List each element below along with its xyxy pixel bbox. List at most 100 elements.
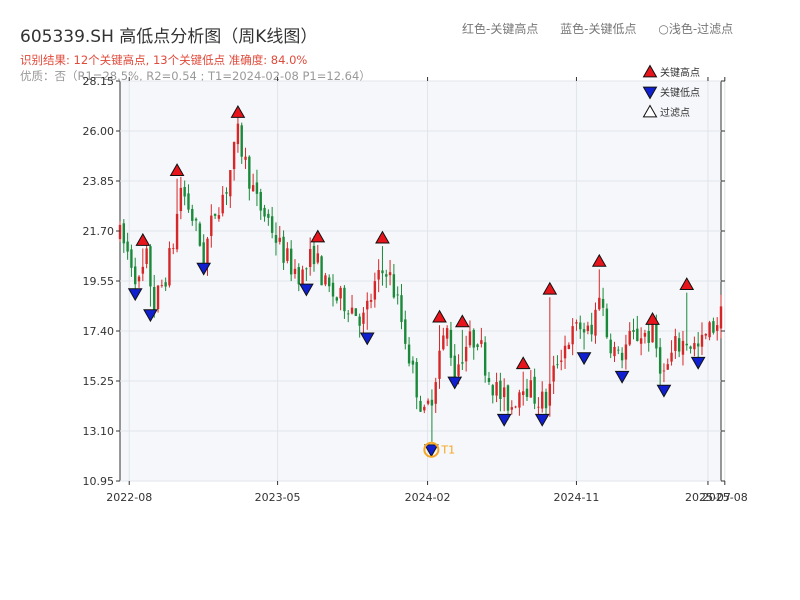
legend-filtered-label: 过滤点	[660, 106, 690, 119]
candle-body	[666, 364, 669, 370]
candle-body	[263, 207, 266, 217]
candle-body	[153, 286, 156, 311]
candle-body	[518, 392, 521, 408]
candle-body	[560, 360, 563, 362]
candle-body	[685, 343, 688, 346]
candlestick-chart: T1 10.95 13.10 15.25 17.40 19.55 21.70 23.85 26…	[83, 64, 748, 504]
candle-body	[544, 391, 548, 409]
candle-body	[160, 285, 164, 286]
candle-body	[594, 309, 597, 336]
candle-body	[267, 213, 270, 218]
candle-body	[464, 346, 468, 362]
candle-body	[548, 383, 552, 406]
candle-body	[689, 346, 692, 349]
candle-body	[172, 248, 175, 249]
candle-body	[708, 322, 711, 338]
candle-body	[175, 213, 179, 250]
candle-body	[134, 266, 137, 285]
candle-body	[210, 215, 213, 237]
candle-body	[712, 321, 715, 333]
candle-body	[719, 306, 723, 329]
candle-body	[183, 186, 186, 197]
candle-body	[472, 329, 475, 348]
y-tick-label: 15.25	[83, 375, 115, 388]
candle-body	[696, 343, 700, 347]
candle-body	[270, 216, 274, 233]
candle-body	[305, 268, 308, 270]
candle-body	[191, 209, 194, 221]
candle-body	[434, 382, 437, 404]
candle-body	[331, 282, 335, 297]
candle-body	[202, 242, 205, 264]
candle-body	[206, 238, 209, 265]
candle-body	[522, 391, 525, 395]
candle-body	[609, 339, 612, 354]
candle-body	[381, 270, 384, 274]
candle-body	[339, 287, 342, 299]
legend-high-label: 关键高点	[660, 66, 700, 79]
candle-body	[328, 277, 331, 287]
candle-body	[643, 332, 647, 337]
candle-body	[480, 340, 483, 344]
candle-body	[563, 345, 567, 359]
candle-body	[476, 344, 479, 347]
candle-body	[388, 272, 392, 276]
candle-body	[677, 338, 681, 352]
y-tick-label: 21.70	[83, 225, 115, 238]
candle-body	[567, 344, 571, 349]
candle-body	[541, 391, 544, 409]
candle-body	[358, 316, 361, 326]
candle-body	[141, 266, 145, 274]
candle-body	[320, 256, 323, 286]
candle-body	[396, 294, 399, 296]
y-tick-label: 28.15	[83, 75, 115, 88]
candle-body	[658, 347, 662, 374]
candle-body	[556, 364, 559, 366]
t1-label: T1	[440, 444, 455, 457]
candle-body	[495, 382, 498, 396]
y-tick-label: 13.10	[83, 425, 115, 438]
candle-body	[282, 236, 285, 263]
candle-body	[392, 274, 396, 298]
candle-body	[126, 241, 129, 252]
x-tick-label: 2025-08	[702, 491, 748, 504]
candle-body	[369, 300, 373, 302]
candle-body	[221, 194, 224, 214]
candle-body	[194, 218, 198, 221]
candle-body	[575, 322, 578, 324]
candle-body	[499, 380, 502, 399]
candle-body	[438, 350, 441, 379]
candle-body	[259, 192, 262, 211]
candle-body	[533, 376, 536, 404]
candle-body	[715, 325, 719, 331]
x-tick-label: 2024-11	[553, 491, 599, 504]
candle-body	[655, 322, 658, 349]
legend-low-label: 关键低点	[660, 86, 700, 99]
candle-body	[419, 400, 422, 412]
candle-body	[700, 334, 704, 347]
candle-body	[149, 246, 152, 287]
candle-body	[514, 406, 517, 408]
candle-body	[445, 328, 449, 339]
candle-body	[590, 324, 593, 335]
candle-body	[502, 387, 506, 398]
candle-body	[468, 331, 472, 346]
candle-body	[229, 170, 232, 197]
candle-body	[118, 224, 122, 240]
candle-body	[179, 187, 183, 212]
candle-body	[491, 385, 494, 396]
candle-body	[244, 156, 247, 160]
candle-body	[529, 380, 533, 398]
y-tick-label: 17.40	[83, 325, 115, 338]
candle-body	[248, 156, 251, 189]
candle-body	[335, 297, 339, 301]
candle-body	[350, 307, 354, 314]
candle-body	[297, 267, 300, 285]
candle-body	[537, 406, 540, 408]
candle-body	[423, 406, 426, 411]
candle-body	[217, 215, 221, 219]
x-tick-label: 2023-05	[255, 491, 301, 504]
candle-body	[145, 248, 148, 265]
candle-body	[579, 322, 582, 330]
candle-body	[407, 344, 411, 364]
